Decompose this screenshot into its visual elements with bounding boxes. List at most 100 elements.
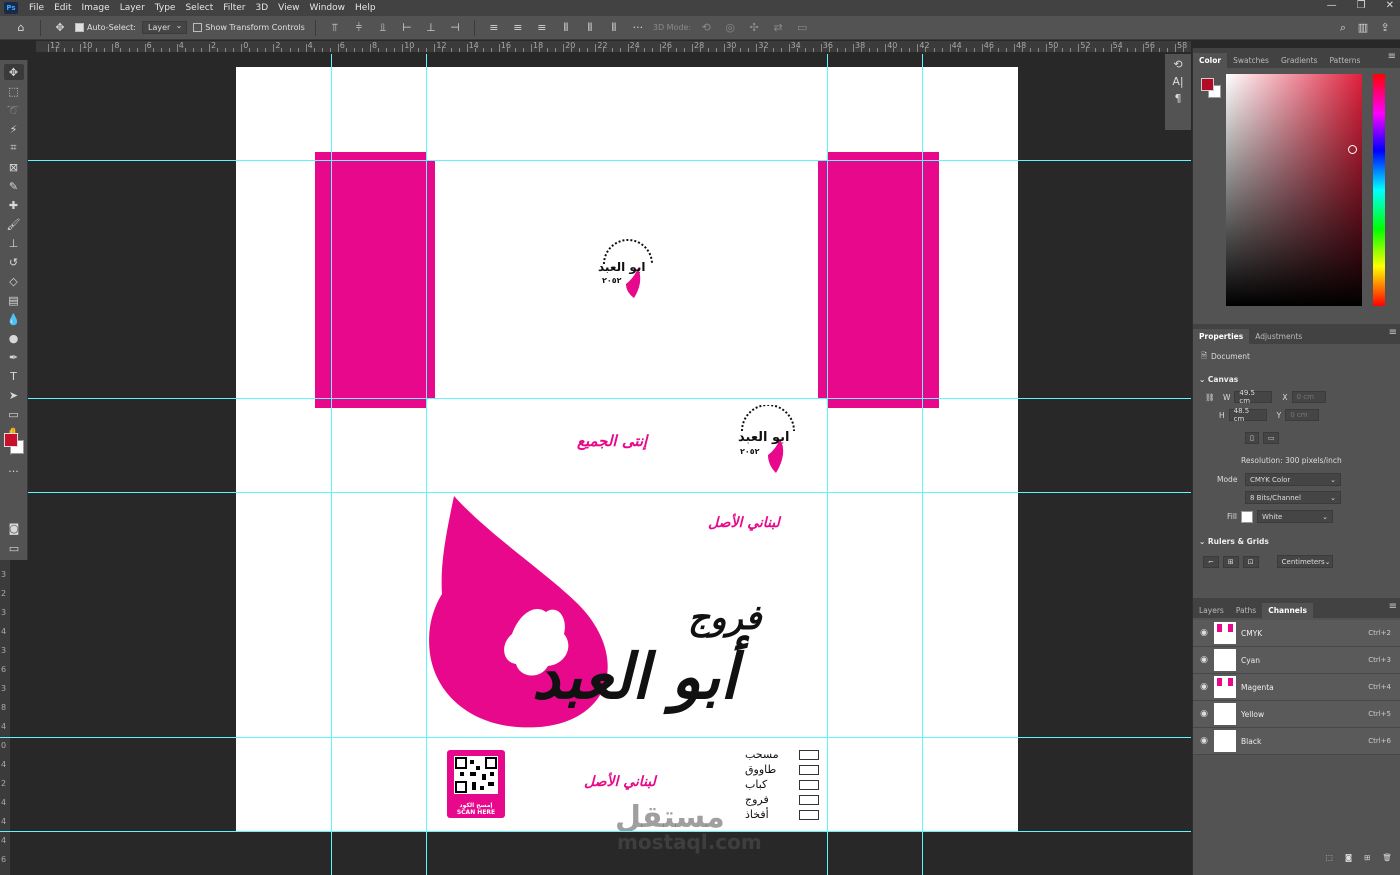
tab-layers[interactable]: Layers	[1193, 603, 1230, 618]
rectangle-tool-icon[interactable]: ▭	[4, 406, 24, 422]
align-vcenter-icon[interactable]: ⫩	[350, 21, 368, 35]
distribute-bottom-icon[interactable]: ≡	[533, 21, 551, 34]
menu-help[interactable]: Help	[350, 3, 381, 13]
guide-horizontal[interactable]	[0, 160, 1191, 161]
guide-vertical[interactable]	[426, 54, 427, 875]
eye-icon[interactable]: ◉	[1196, 655, 1212, 665]
tab-properties[interactable]: Properties	[1193, 329, 1250, 344]
distribute-left-icon[interactable]: ⦀	[557, 21, 575, 35]
guides-toggle-icon[interactable]: ⊡	[1242, 555, 1259, 568]
3d-pan-icon[interactable]: ✣	[745, 21, 763, 34]
paragraph-icon[interactable]: ¶	[1175, 92, 1182, 105]
channel-row-cyan[interactable]: ◉ Cyan Ctrl+3	[1193, 647, 1400, 674]
minimize-icon[interactable]: —	[1327, 0, 1337, 11]
photoshop-logo-icon[interactable]: Ps	[4, 2, 18, 14]
tab-swatches[interactable]: Swatches	[1227, 53, 1275, 68]
y-field[interactable]: 0 cm	[1285, 409, 1320, 421]
grid-toggle-icon[interactable]: ⊞	[1222, 555, 1239, 568]
hue-slider[interactable]	[1373, 74, 1385, 306]
magic-wand-icon[interactable]: ⚡	[4, 121, 24, 137]
ruler-toggle-icon[interactable]: ⌐	[1203, 555, 1219, 568]
menu-image[interactable]: Image	[77, 3, 115, 13]
pen-tool-icon[interactable]: ✒	[4, 349, 24, 365]
auto-select-checkbox[interactable]: Auto-Select:	[75, 23, 136, 32]
fill-select[interactable]: White ⌄	[1257, 510, 1333, 523]
workspace-icon[interactable]: ▥	[1354, 21, 1372, 34]
screen-mode-icon[interactable]: ▭	[4, 540, 24, 556]
color-picker-ring[interactable]	[1348, 145, 1357, 154]
menu-select[interactable]: Select	[180, 3, 218, 13]
bits-select[interactable]: 8 Bits/Channel ⌄	[1245, 491, 1341, 504]
rulers-grids-section[interactable]: ⌄ Rulers & Grids	[1199, 537, 1269, 546]
panel-menu-icon[interactable]: ≡	[1388, 51, 1396, 62]
align-bottom-icon[interactable]: ⫫	[374, 21, 392, 35]
tab-channels[interactable]: Channels	[1262, 603, 1313, 618]
path-select-icon[interactable]: ➤	[4, 387, 24, 403]
auto-select-dropdown[interactable]: Layer	[141, 21, 188, 34]
tab-color[interactable]: Color	[1193, 53, 1228, 68]
align-left-icon[interactable]: ⊢	[398, 21, 416, 34]
distribute-center-icon[interactable]: ≡	[509, 21, 527, 34]
share-icon[interactable]: ⇪	[1376, 21, 1394, 34]
brush-tool-icon[interactable]: 🖌	[4, 216, 24, 232]
history-icon[interactable]: ⟲	[1173, 58, 1182, 71]
close-icon[interactable]: ✕	[1386, 0, 1394, 11]
guide-horizontal[interactable]	[0, 831, 1191, 832]
delete-channel-icon[interactable]: 🗑	[1382, 853, 1392, 862]
eye-icon[interactable]: ◉	[1196, 736, 1212, 746]
canvas-section[interactable]: ⌄ Canvas	[1199, 375, 1238, 384]
eyedropper-icon[interactable]: ✎	[4, 178, 24, 194]
channel-row-cmyk[interactable]: ◉ CMYK Ctrl+2	[1193, 620, 1400, 647]
channel-row-magenta[interactable]: ◉ Magenta Ctrl+4	[1193, 674, 1400, 701]
guide-horizontal[interactable]	[0, 492, 1191, 493]
3d-slide-icon[interactable]: ⇄	[769, 21, 787, 34]
gradient-tool-icon[interactable]: ▤	[4, 292, 24, 308]
new-channel-icon[interactable]: ⊞	[1364, 853, 1370, 862]
guide-vertical[interactable]	[922, 54, 923, 875]
align-hcenter-icon[interactable]: ⊥	[422, 21, 440, 34]
panel-menu-icon[interactable]: ≡	[1389, 327, 1397, 338]
more-options-icon[interactable]: ···	[629, 21, 647, 34]
history-brush-icon[interactable]: ↺	[4, 254, 24, 270]
height-field[interactable]: 48.5 cm	[1228, 407, 1267, 423]
horizontal-ruler[interactable]: 12 10 8 6 4 2 0 2 4 6 8 10 12 14 16 18 20 22 24 26 28 30 32 34 3…	[36, 41, 1191, 53]
3d-roll-icon[interactable]: ◎	[721, 21, 739, 34]
channel-row-yellow[interactable]: ◉ Yellow Ctrl+5	[1193, 701, 1400, 728]
eye-icon[interactable]: ◉	[1196, 709, 1212, 719]
more-tools-icon[interactable]: ···	[4, 463, 24, 479]
load-selection-icon[interactable]: ⬚	[1326, 853, 1333, 862]
guide-vertical[interactable]	[331, 54, 332, 875]
home-icon[interactable]: ⌂	[12, 21, 30, 34]
units-select[interactable]: Centimeters ⌄	[1276, 555, 1333, 568]
3d-scale-icon[interactable]: ▭	[793, 21, 811, 34]
blur-tool-icon[interactable]: 💧	[4, 311, 24, 327]
guide-horizontal[interactable]	[0, 398, 1191, 399]
menu-file[interactable]: File	[24, 3, 49, 13]
tab-patterns[interactable]: Patterns	[1324, 53, 1367, 68]
menu-edit[interactable]: Edit	[49, 3, 76, 13]
distribute-top-icon[interactable]: ≡	[485, 21, 503, 34]
distribute-right-icon[interactable]: ⦀	[605, 21, 623, 35]
tab-adjustments[interactable]: Adjustments	[1249, 329, 1308, 344]
x-field[interactable]: 0 cm	[1291, 391, 1326, 403]
menu-filter[interactable]: Filter	[218, 3, 250, 13]
save-selection-icon[interactable]: ◙	[1345, 853, 1352, 862]
menu-3d[interactable]: 3D	[251, 3, 274, 13]
landscape-icon[interactable]: ▭	[1262, 432, 1280, 444]
search-icon[interactable]: ⌕	[1334, 21, 1352, 35]
guide-horizontal[interactable]	[0, 737, 1191, 738]
type-tool-icon[interactable]: T	[4, 368, 24, 384]
3d-orbit-icon[interactable]: ⟲	[697, 21, 715, 34]
frame-tool-icon[interactable]: ⊠	[4, 159, 24, 175]
menu-type[interactable]: Type	[150, 3, 181, 13]
panel-foreground-swatch[interactable]	[1201, 78, 1214, 91]
show-transform-checkbox[interactable]: Show Transform Controls	[193, 23, 305, 32]
marquee-tool-icon[interactable]: ⬚	[4, 83, 24, 99]
move-tool-icon[interactable]: ✥	[51, 21, 69, 34]
tab-gradients[interactable]: Gradients	[1275, 53, 1324, 68]
panel-menu-icon[interactable]: ≡	[1389, 601, 1397, 612]
menu-window[interactable]: Window	[305, 3, 351, 13]
crop-tool-icon[interactable]: ⌗	[4, 140, 24, 156]
foreground-color-swatch[interactable]	[4, 433, 18, 447]
fill-swatch[interactable]	[1241, 510, 1253, 523]
